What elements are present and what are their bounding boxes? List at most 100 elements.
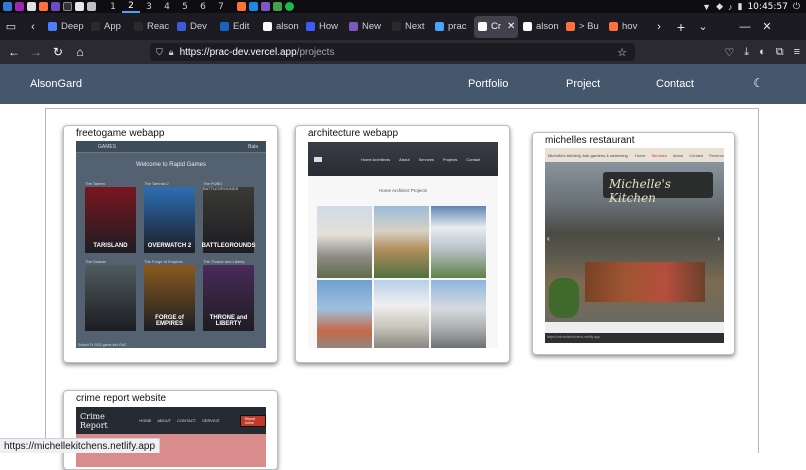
project-screenshot[interactable]: Crime Report HOME ABOUT CONTACT SERVICE Rep… bbox=[76, 407, 266, 467]
nav-portfolio[interactable]: Portfolio bbox=[468, 78, 508, 90]
account-icon[interactable]: ◐ bbox=[759, 46, 766, 58]
close-tab-icon[interactable]: ✕ bbox=[507, 21, 515, 32]
pocket-icon[interactable]: ♡ bbox=[724, 46, 734, 59]
project-screenshot[interactable]: GAMES Bala Welcome to Rapid Games The Ta… bbox=[76, 141, 266, 348]
back-icon[interactable]: ← bbox=[3, 45, 25, 59]
firefox-icon[interactable] bbox=[39, 2, 48, 11]
url-text[interactable]: https://prac-dev.vercel.app/projects bbox=[180, 47, 335, 58]
project-card-freetogame[interactable]: freetogame webapp GAMES Bala Welcome to … bbox=[63, 125, 278, 363]
browser-tab[interactable]: hov bbox=[605, 16, 647, 38]
site-brand[interactable]: AlsonGard bbox=[30, 78, 82, 90]
arch-image-grid bbox=[317, 206, 486, 348]
scroll-tabs-left-icon[interactable]: ‹ bbox=[22, 13, 44, 40]
scroll-tabs-right-icon[interactable]: › bbox=[648, 13, 670, 40]
shield-icon[interactable]: ⛉ bbox=[156, 47, 163, 58]
app-icon[interactable] bbox=[87, 2, 96, 11]
app-icon[interactable] bbox=[273, 2, 282, 11]
spotify-icon[interactable] bbox=[285, 2, 294, 11]
restaurant-site-footer: https://michellekitchens.netlify.app bbox=[545, 333, 724, 343]
tab-favicon-icon bbox=[91, 22, 100, 31]
tab-label: Next bbox=[405, 21, 425, 32]
browser-tab[interactable]: Next bbox=[388, 16, 430, 38]
crime-nav-link: SERVICE bbox=[202, 418, 220, 423]
browser-tab[interactable]: Deep bbox=[44, 16, 86, 38]
restaurant-nav-link: Contact bbox=[689, 152, 704, 158]
app-icon[interactable] bbox=[75, 2, 84, 11]
workspace-1[interactable]: 1 bbox=[104, 2, 122, 12]
game-card: The Throne and Liberty THRONE and LIBERTY bbox=[203, 259, 254, 331]
app-icon[interactable] bbox=[261, 2, 270, 11]
app-icon[interactable] bbox=[51, 2, 60, 11]
carousel-next-icon[interactable]: › bbox=[717, 234, 720, 243]
browser-tab-bar: ▭ ‹ Deep App Reac Dev Edit alson How New Next pra… bbox=[0, 13, 806, 40]
bookmark-star-icon[interactable]: ☆ bbox=[617, 46, 627, 59]
tab-favicon-icon bbox=[48, 22, 57, 31]
volume-icon[interactable]: ♪ bbox=[728, 2, 733, 12]
browser-tab[interactable]: prac bbox=[431, 16, 473, 38]
app-icon[interactable] bbox=[249, 2, 258, 11]
terminal-icon[interactable] bbox=[63, 2, 72, 11]
close-window-icon[interactable]: ✕ bbox=[756, 13, 778, 40]
workspace-6[interactable]: 6 bbox=[194, 2, 212, 12]
project-title: crime report website bbox=[76, 393, 167, 404]
new-tab-icon[interactable]: + bbox=[670, 13, 692, 40]
game-site-footer: Submit Ft 2023 game-info RAC bbox=[78, 343, 127, 347]
browser-tab[interactable]: Edit bbox=[216, 16, 258, 38]
browser-tab[interactable]: App bbox=[87, 16, 129, 38]
forward-icon[interactable]: → bbox=[25, 45, 47, 59]
home-icon[interactable]: ⌂ bbox=[69, 45, 91, 59]
workspace-2[interactable]: 2 bbox=[122, 1, 140, 13]
project-card-michelles[interactable]: michelles restaurant Michelle's kitchen|… bbox=[532, 132, 735, 355]
tab-label: How bbox=[319, 21, 339, 32]
minimize-icon[interactable]: — bbox=[734, 13, 756, 40]
url-bar[interactable]: ⛉ 🔒︎ https://prac-dev.vercel.app/project… bbox=[150, 43, 635, 61]
workspace-5[interactable]: 5 bbox=[176, 2, 194, 12]
wifi-icon[interactable]: ▼ bbox=[702, 2, 711, 12]
tab-label: Deep bbox=[61, 21, 84, 32]
extensions-icon[interactable]: ⧉ bbox=[776, 46, 784, 59]
browser-tab[interactable]: New bbox=[345, 16, 387, 38]
power-icon[interactable]: ⏻ bbox=[793, 1, 800, 12]
list-all-tabs-icon[interactable]: ⌄ bbox=[692, 13, 714, 40]
arch-nav-link: Projects bbox=[442, 156, 458, 162]
browser-tab[interactable]: How bbox=[302, 16, 344, 38]
nav-contact[interactable]: Contact bbox=[656, 78, 694, 90]
tab-overview-icon[interactable]: ▭ bbox=[0, 13, 22, 40]
lock-icon[interactable]: 🔒︎ bbox=[169, 47, 174, 58]
tab-favicon-icon bbox=[134, 22, 143, 31]
project-card-crime-report[interactable]: crime report website Crime Report HOME AB… bbox=[63, 390, 278, 470]
start-menu-icon[interactable] bbox=[3, 2, 12, 11]
game-cover-image: OVERWATCH 2 bbox=[144, 187, 195, 253]
notification-icon[interactable]: ◆ bbox=[716, 1, 723, 12]
browser-tab[interactable]: Cr ✕ bbox=[474, 15, 518, 38]
nav-project[interactable]: Project bbox=[566, 78, 600, 90]
workspace-7[interactable]: 7 bbox=[212, 2, 230, 12]
battery-icon[interactable]: ▮ bbox=[738, 1, 743, 12]
carousel-prev-icon[interactable]: ‹ bbox=[547, 234, 550, 243]
reload-icon[interactable]: ↻ bbox=[47, 45, 69, 59]
firefox-icon[interactable] bbox=[237, 2, 246, 11]
game-card: The Tamnisl 2 OVERWATCH 2 bbox=[144, 181, 195, 253]
browser-tab[interactable]: Reac bbox=[130, 16, 172, 38]
tab-label: prac bbox=[448, 21, 467, 32]
moon-icon[interactable]: ☾ bbox=[753, 76, 764, 90]
project-card-architecture[interactable]: architecture webapp Home Architects About… bbox=[295, 125, 510, 363]
tab-label: App bbox=[104, 21, 121, 32]
browser-tab[interactable]: alson bbox=[259, 16, 301, 38]
browser-tab[interactable]: > Bu bbox=[562, 16, 604, 38]
downloads-icon[interactable]: ⤓ bbox=[744, 46, 749, 59]
house-image bbox=[374, 280, 429, 348]
app-icon[interactable] bbox=[15, 2, 24, 11]
project-screenshot[interactable]: Home Architects About Services Projects Cont… bbox=[308, 142, 498, 348]
game-cover-image bbox=[85, 265, 136, 331]
project-screenshot[interactable]: Michelle's kitchen|| Ade-gardens & swimm… bbox=[545, 148, 724, 343]
workspace-3[interactable]: 3 bbox=[140, 2, 158, 12]
folder-icon[interactable] bbox=[27, 2, 36, 11]
browser-tab[interactable]: Dev bbox=[173, 16, 215, 38]
workspace-4[interactable]: 4 bbox=[158, 2, 176, 12]
menu-icon[interactable]: ≡ bbox=[794, 46, 800, 58]
browser-nav-bar: ← → ↻ ⌂ ⛉ 🔒︎ https://prac-dev.vercel.app… bbox=[0, 40, 806, 64]
browser-tab[interactable]: alson bbox=[519, 16, 561, 38]
os-taskbar: 1 2 3 4 5 6 7 ▼ ◆ ♪ ▮ 10:45:57 ⏻ bbox=[0, 0, 806, 13]
house-image bbox=[431, 280, 486, 348]
